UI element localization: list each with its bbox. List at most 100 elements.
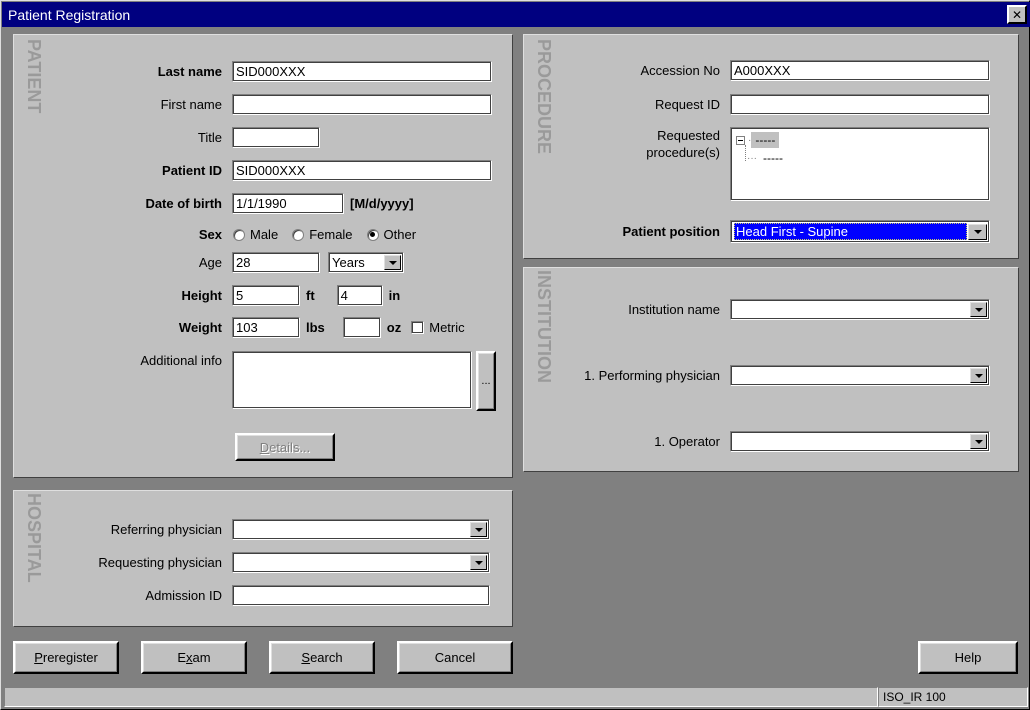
search-rest: earch bbox=[310, 650, 343, 665]
cancel-button[interactable]: Cancel bbox=[397, 641, 513, 674]
patient-position-value: Head First - Supine bbox=[734, 223, 967, 240]
admission-id-label: Admission ID bbox=[145, 588, 222, 603]
field-row-operator: 1. Operator bbox=[524, 431, 1004, 452]
field-row-referring-physician: Referring physician bbox=[14, 519, 494, 540]
tree-node-parent[interactable]: · ----- bbox=[736, 132, 780, 148]
chevron-down-icon[interactable] bbox=[970, 434, 987, 449]
procedure-group-panel: PROCEDURE Accession No A000XXX Request I… bbox=[523, 34, 1019, 259]
chevron-down-icon[interactable] bbox=[970, 368, 987, 383]
title-input[interactable] bbox=[232, 127, 320, 148]
chevron-down-icon[interactable] bbox=[968, 224, 987, 240]
preregister-button-label: Preregister bbox=[15, 643, 117, 672]
chevron-down-icon[interactable] bbox=[970, 302, 987, 317]
last-name-input[interactable]: SID000XXX bbox=[232, 61, 492, 82]
preregister-rest: reregister bbox=[42, 650, 98, 665]
requesting-physician-combo[interactable] bbox=[232, 552, 490, 573]
field-row-patient-position: Patient position Head First - Supine bbox=[524, 220, 1004, 243]
accession-no-input[interactable]: A000XXX bbox=[730, 60, 990, 81]
request-id-input[interactable] bbox=[730, 94, 990, 115]
patient-id-input[interactable]: SID000XXX bbox=[232, 160, 492, 181]
sex-radio-male-label: Male bbox=[250, 227, 279, 242]
height-feet-unit: ft bbox=[306, 288, 315, 303]
patient-id-label: Patient ID bbox=[162, 163, 222, 178]
requesting-physician-label: Requesting physician bbox=[98, 555, 222, 570]
operator-label: 1. Operator bbox=[654, 434, 720, 449]
date-format-hint: [M/d/yyyy] bbox=[350, 196, 414, 211]
radio-circle-selected-icon bbox=[366, 228, 379, 241]
operator-combo[interactable] bbox=[730, 431, 990, 452]
admission-id-input[interactable] bbox=[232, 585, 490, 606]
field-row-additional-info: Additional info ... bbox=[14, 351, 504, 411]
requested-procedures-label: Requested procedure(s) bbox=[524, 127, 720, 161]
exam-button-label: Ex am bbox=[143, 643, 245, 672]
help-button-label: Help bbox=[920, 643, 1016, 672]
weight-label: Weight bbox=[178, 320, 222, 335]
field-row-accession-no: Accession No A000XXX bbox=[524, 60, 1004, 81]
patient-position-combo[interactable]: Head First - Supine bbox=[730, 220, 990, 243]
referring-physician-label: Referring physician bbox=[110, 522, 222, 537]
cancel-button-label: Cancel bbox=[399, 643, 511, 672]
exam-button[interactable]: Ex am bbox=[141, 641, 247, 674]
title-bar: Patient Registration ✕ bbox=[2, 2, 1030, 27]
field-row-patient-id: Patient ID SID000XXX bbox=[14, 160, 494, 181]
age-input[interactable]: 28 bbox=[232, 252, 320, 273]
field-row-weight: Weight 103 lbs oz Metric bbox=[14, 317, 504, 338]
chevron-down-icon[interactable] bbox=[470, 522, 487, 537]
field-row-admission-id: Admission ID bbox=[14, 585, 494, 606]
height-feet-input[interactable]: 5 bbox=[232, 285, 300, 306]
field-row-first-name: First name bbox=[14, 94, 494, 115]
preregister-button[interactable]: Preregister bbox=[13, 641, 119, 674]
title-label: Title bbox=[197, 130, 222, 145]
details-button-accel: D bbox=[259, 439, 270, 455]
details-button[interactable]: Details... bbox=[235, 433, 335, 461]
field-row-requesting-physician: Requesting physician bbox=[14, 552, 494, 573]
preregister-accel: P bbox=[34, 650, 43, 665]
field-row-institution-name: Institution name bbox=[524, 299, 1004, 320]
additional-info-expand-label: ... bbox=[478, 353, 494, 409]
age-unit-combo[interactable]: Years bbox=[328, 252, 404, 273]
first-name-label: First name bbox=[160, 97, 222, 112]
exam-pre: E bbox=[177, 650, 187, 665]
close-icon[interactable]: ✕ bbox=[1007, 5, 1027, 24]
field-row-height: Height 5 ft 4 in bbox=[14, 285, 504, 306]
additional-info-label: Additional info bbox=[140, 353, 222, 368]
chevron-down-icon[interactable] bbox=[384, 255, 401, 270]
tree-dotted-connector: ··· bbox=[747, 152, 757, 164]
field-row-sex: Sex Male Female Other bbox=[14, 227, 504, 242]
sex-label: Sex bbox=[198, 227, 222, 242]
weight-lbs-input[interactable]: 103 bbox=[232, 317, 300, 338]
institution-name-label: Institution name bbox=[628, 302, 720, 317]
sex-radio-other-label: Other bbox=[383, 227, 417, 242]
exam-rest: am bbox=[192, 650, 211, 665]
additional-info-textarea[interactable] bbox=[232, 351, 472, 409]
requested-procedures-tree[interactable]: · ----- ··· ----- bbox=[730, 127, 990, 201]
performing-physician-combo[interactable] bbox=[730, 365, 990, 386]
sex-radio-other[interactable]: Other bbox=[366, 227, 417, 242]
referring-physician-combo[interactable] bbox=[232, 519, 490, 540]
weight-oz-input[interactable] bbox=[342, 317, 381, 338]
metric-checkbox[interactable]: Metric bbox=[411, 320, 465, 335]
last-name-label: Last name bbox=[157, 64, 222, 79]
help-button[interactable]: Help bbox=[918, 641, 1018, 674]
weight-lbs-unit: lbs bbox=[306, 320, 325, 335]
status-bar: ISO_IR 100 bbox=[4, 687, 1028, 707]
accession-no-label: Accession No bbox=[640, 63, 720, 78]
tree-node-child-label: ----- bbox=[763, 151, 783, 165]
age-label: Age bbox=[198, 255, 222, 270]
tree-collapse-icon[interactable] bbox=[736, 135, 745, 145]
sex-radio-group: Male Female Other bbox=[233, 227, 430, 242]
date-of-birth-input[interactable]: 1/1/1990 bbox=[232, 193, 344, 214]
status-message bbox=[4, 687, 878, 707]
sex-radio-female[interactable]: Female bbox=[292, 227, 353, 242]
institution-name-combo[interactable] bbox=[730, 299, 990, 320]
chevron-down-icon[interactable] bbox=[470, 555, 487, 570]
search-button[interactable]: Search bbox=[269, 641, 375, 674]
additional-info-expand-button[interactable]: ... bbox=[476, 351, 496, 411]
sex-radio-male[interactable]: Male bbox=[233, 227, 278, 242]
performing-physician-label: 1. Performing physician bbox=[584, 368, 720, 383]
first-name-input[interactable] bbox=[232, 94, 492, 115]
requested-procedures-label-line1: Requested bbox=[657, 128, 720, 143]
tree-node-child[interactable]: ··· ----- bbox=[747, 150, 787, 166]
height-inches-input[interactable]: 4 bbox=[336, 285, 383, 306]
age-unit-value: Years bbox=[332, 255, 365, 270]
